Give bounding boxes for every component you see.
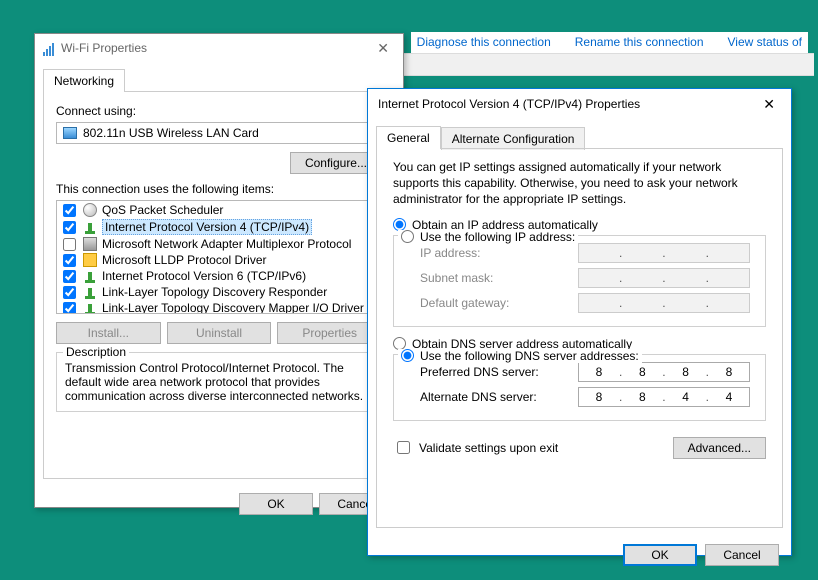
adapter-box[interactable]: 802.11n USB Wireless LAN Card xyxy=(56,122,382,144)
link-diagnose[interactable]: Diagnose this connection xyxy=(417,35,551,49)
list-item[interactable]: Link-Layer Topology Discovery Responder xyxy=(57,284,381,300)
wifi-title: Wi-Fi Properties xyxy=(61,41,371,55)
item-label: Internet Protocol Version 6 (TCP/IPv6) xyxy=(102,269,306,283)
radio-ip-manual-label: Use the following IP address: xyxy=(420,230,575,244)
alternate-dns-input[interactable]: 8. 8. 4. 4 xyxy=(578,387,750,407)
ip-address-input: ... xyxy=(578,243,750,263)
item-label: QoS Packet Scheduler xyxy=(102,203,223,217)
item-checkbox[interactable] xyxy=(63,204,76,217)
item-checkbox[interactable] xyxy=(63,302,76,315)
tcp-tabs: General Alternate Configuration xyxy=(368,119,791,148)
alternate-dns-label: Alternate DNS server: xyxy=(420,390,570,404)
tcp-ok-button[interactable]: OK xyxy=(623,544,697,566)
tcp-cancel-button[interactable]: Cancel xyxy=(705,544,779,566)
items-label: This connection uses the following items… xyxy=(56,182,382,196)
wifi-properties-dialog: Wi-Fi Properties ✕ Networking Connect us… xyxy=(34,33,404,508)
tab-general[interactable]: General xyxy=(376,126,441,149)
toolbar-strip xyxy=(404,53,814,76)
preferred-dns-input[interactable]: 8. 8. 8. 8 xyxy=(578,362,750,382)
adapter-name: 802.11n USB Wireless LAN Card xyxy=(83,126,259,140)
wifi-panel: Connect using: 802.11n USB Wireless LAN … xyxy=(43,91,395,479)
wifi-ok-button[interactable]: OK xyxy=(239,493,313,515)
item-checkbox[interactable] xyxy=(63,238,76,251)
wifi-icon xyxy=(43,40,55,56)
default-gateway-label: Default gateway: xyxy=(420,296,570,310)
item-label: Microsoft LLDP Protocol Driver xyxy=(102,253,267,267)
description-text: Transmission Control Protocol/Internet P… xyxy=(65,361,373,403)
network-items-list[interactable]: QoS Packet Scheduler Internet Protocol Ve… xyxy=(56,200,382,314)
description-title: Description xyxy=(63,345,129,359)
net-icon xyxy=(83,285,97,299)
validate-label: Validate settings upon exit xyxy=(419,441,558,455)
item-label: Microsoft Network Adapter Multiplexor Pr… xyxy=(102,237,351,251)
list-item[interactable]: QoS Packet Scheduler xyxy=(57,202,381,218)
list-item[interactable]: Internet Protocol Version 4 (TCP/IPv4) xyxy=(57,218,381,236)
description-group: Description Transmission Control Protoco… xyxy=(56,352,382,412)
link-rename[interactable]: Rename this connection xyxy=(575,35,704,49)
item-checkbox[interactable] xyxy=(63,286,76,299)
net-icon xyxy=(83,301,97,314)
qos-icon xyxy=(83,203,97,217)
item-label: Link-Layer Topology Discovery Mapper I/O… xyxy=(102,301,364,314)
item-checkbox[interactable] xyxy=(63,254,76,267)
network-actions: Diagnose this connection Rename this con… xyxy=(411,32,808,55)
validate-checkbox[interactable] xyxy=(397,441,410,454)
item-checkbox[interactable] xyxy=(63,221,76,234)
item-checkbox[interactable] xyxy=(63,270,76,283)
tcp-titlebar[interactable]: Internet Protocol Version 4 (TCP/IPv4) P… xyxy=(368,89,791,119)
tab-alternate-config[interactable]: Alternate Configuration xyxy=(441,127,586,150)
close-icon[interactable]: ✕ xyxy=(371,38,395,59)
subnet-mask-label: Subnet mask: xyxy=(420,271,570,285)
tcp-panel: You can get IP settings assigned automat… xyxy=(376,148,783,528)
list-item[interactable]: Microsoft Network Adapter Multiplexor Pr… xyxy=(57,236,381,252)
tab-networking[interactable]: Networking xyxy=(43,69,125,92)
wifi-tabs: Networking xyxy=(35,62,403,91)
tcpipv4-properties-dialog: Internet Protocol Version 4 (TCP/IPv4) P… xyxy=(367,88,792,556)
advanced-button[interactable]: Advanced... xyxy=(673,437,766,459)
ip-address-label: IP address: xyxy=(420,246,570,260)
wifi-titlebar[interactable]: Wi-Fi Properties ✕ xyxy=(35,34,403,62)
list-item[interactable]: Internet Protocol Version 6 (TCP/IPv6) xyxy=(57,268,381,284)
radio-dns-manual-label: Use the following DNS server addresses: xyxy=(420,349,639,363)
item-label: Link-Layer Topology Discovery Responder xyxy=(102,285,327,299)
connect-using-label: Connect using: xyxy=(56,104,382,118)
uninstall-button[interactable]: Uninstall xyxy=(167,322,272,344)
list-item[interactable]: Microsoft LLDP Protocol Driver xyxy=(57,252,381,268)
adapter-icon xyxy=(63,127,77,139)
close-icon[interactable]: ✕ xyxy=(757,94,781,115)
tcp-explain: You can get IP settings assigned automat… xyxy=(393,159,766,208)
radio-ip-manual[interactable] xyxy=(401,230,414,243)
lldp-icon xyxy=(83,253,97,267)
item-label: Internet Protocol Version 4 (TCP/IPv4) xyxy=(102,219,312,235)
link-view-status[interactable]: View status of xyxy=(728,35,802,49)
install-button[interactable]: Install... xyxy=(56,322,161,344)
adapter-icon xyxy=(83,237,97,251)
subnet-mask-input: ... xyxy=(578,268,750,288)
tcp-title: Internet Protocol Version 4 (TCP/IPv4) P… xyxy=(378,97,757,111)
radio-dns-manual[interactable] xyxy=(401,349,414,362)
preferred-dns-label: Preferred DNS server: xyxy=(420,365,570,379)
default-gateway-input: ... xyxy=(578,293,750,313)
net-icon xyxy=(83,269,97,283)
net-icon xyxy=(83,220,97,234)
list-item[interactable]: Link-Layer Topology Discovery Mapper I/O… xyxy=(57,300,381,314)
